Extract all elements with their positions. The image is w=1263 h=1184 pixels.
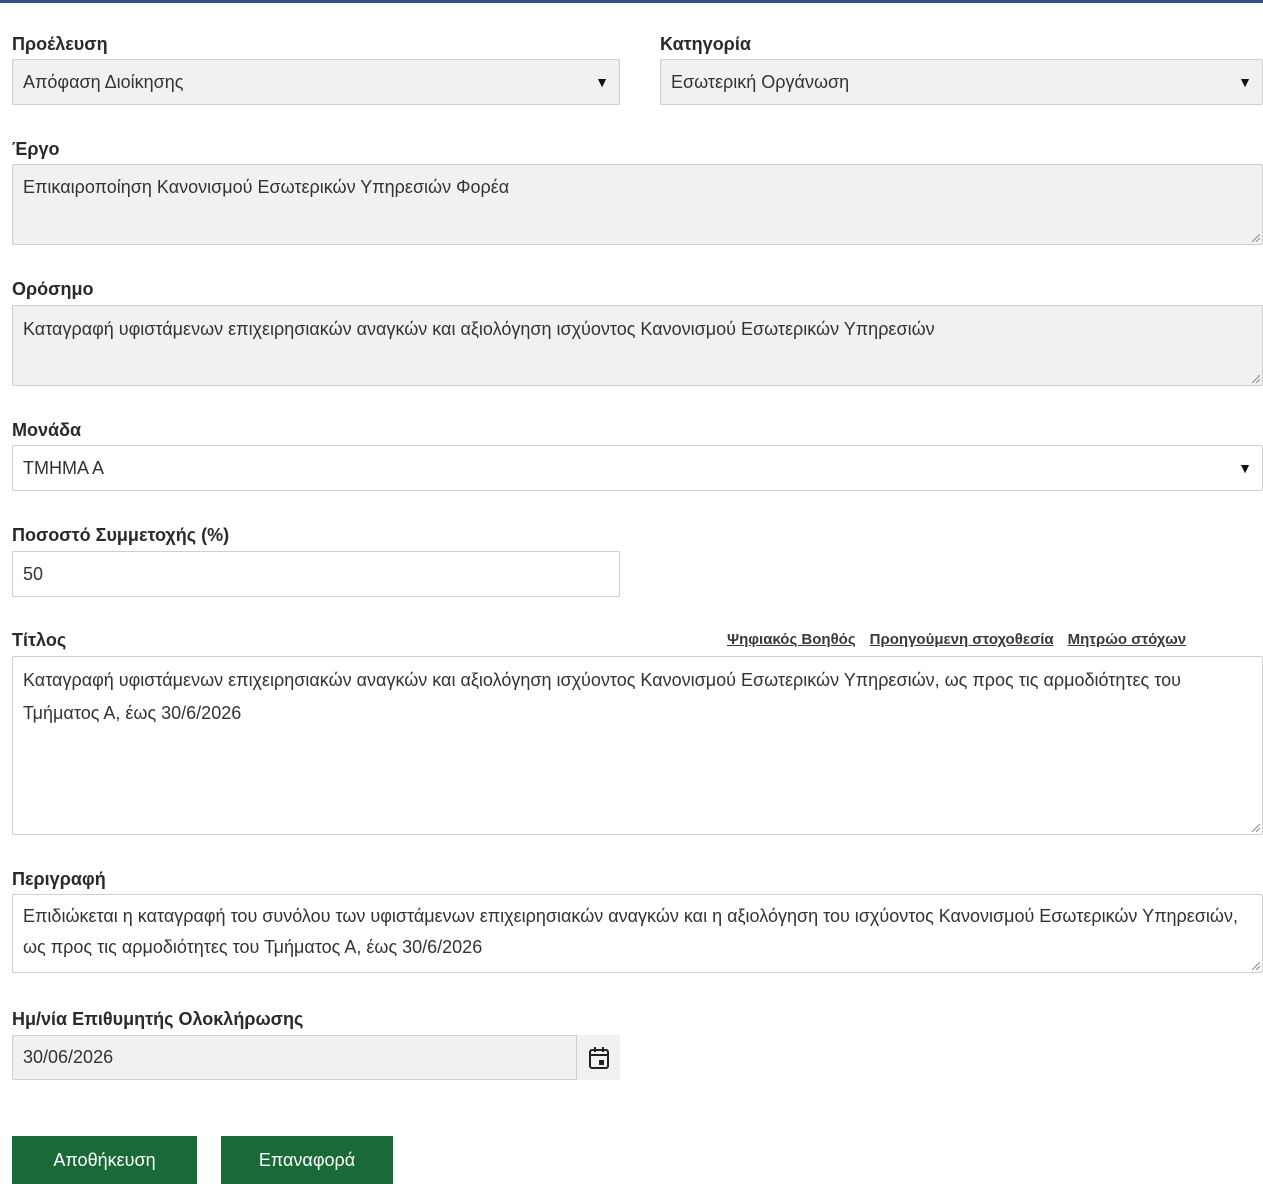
calendar-icon — [588, 1046, 609, 1069]
resize-handle-icon[interactable] — [1252, 824, 1260, 832]
origin-select[interactable]: Απόφαση Διοίκησης ▼ — [12, 59, 620, 105]
caret-down-icon: ▼ — [1238, 460, 1252, 476]
milestone-textarea[interactable]: Καταγραφή υφιστάμενων επιχειρησιακών ανα… — [12, 305, 1263, 386]
origin-label: Προέλευση — [12, 34, 108, 54]
description-label: Περιγραφή — [12, 869, 106, 889]
category-label: Κατηγορία — [660, 34, 751, 54]
previous-targets-link[interactable]: Προηγούμενη στοχοθεσία — [870, 631, 1054, 648]
title-label: Τίτλος — [12, 630, 67, 650]
unit-select[interactable]: ΤΜΗΜΑ Α ▼ — [12, 445, 1263, 491]
resize-handle-icon[interactable] — [1252, 375, 1260, 383]
project-textarea[interactable]: Επικαιροποίηση Κανονισμού Εσωτερικών Υπη… — [12, 164, 1263, 245]
digital-assistant-link[interactable]: Ψηφιακός Βοηθός — [727, 631, 856, 648]
due-date-input[interactable]: 30/06/2026 — [12, 1035, 620, 1080]
unit-value: ΤΜΗΜΑ Α — [23, 457, 105, 478]
top-accent-line — [0, 0, 1263, 3]
origin-value: Απόφαση Διοίκησης — [23, 71, 184, 92]
due-date-label: Ημ/νία Επιθυμητής Ολοκλήρωσης — [12, 1009, 304, 1029]
caret-down-icon: ▼ — [1238, 74, 1252, 90]
participation-label: Ποσοστό Συμμετοχής (%) — [12, 525, 230, 545]
calendar-button[interactable] — [576, 1035, 620, 1080]
unit-label: Μονάδα — [12, 420, 82, 440]
project-value: Επικαιροποίηση Κανονισμού Εσωτερικών Υπη… — [23, 177, 510, 197]
participation-value: 50 — [23, 563, 44, 584]
save-button[interactable]: Αποθήκευση — [12, 1136, 197, 1184]
title-textarea[interactable]: Καταγραφή υφιστάμενων επιχειρησιακών ανα… — [12, 656, 1263, 835]
project-label: Έργο — [12, 139, 60, 159]
resize-handle-icon[interactable] — [1252, 962, 1260, 970]
reset-button[interactable]: Επαναφορά — [221, 1136, 393, 1184]
due-date-value: 30/06/2026 — [23, 1047, 114, 1067]
resize-handle-icon[interactable] — [1252, 234, 1260, 242]
title-value: Καταγραφή υφιστάμενων επιχειρησιακών ανα… — [23, 670, 1181, 723]
targets-registry-link[interactable]: Μητρώο στόχων — [1068, 631, 1187, 648]
category-select[interactable]: Εσωτερική Οργάνωση ▼ — [660, 59, 1263, 105]
category-value: Εσωτερική Οργάνωση — [671, 71, 850, 92]
milestone-label: Ορόσημο — [12, 279, 94, 299]
title-links: Ψηφιακός Βοηθός Προηγούμενη στοχοθεσία Μητ… — [727, 631, 1263, 648]
caret-down-icon: ▼ — [595, 74, 609, 90]
description-textarea[interactable]: Επιδιώκεται η καταγραφή του συνόλου των … — [12, 894, 1263, 973]
milestone-value: Καταγραφή υφιστάμενων επιχειρησιακών ανα… — [23, 319, 935, 339]
participation-input[interactable]: 50 — [12, 551, 620, 597]
description-value: Επιδιώκεται η καταγραφή του συνόλου των … — [23, 906, 1238, 957]
